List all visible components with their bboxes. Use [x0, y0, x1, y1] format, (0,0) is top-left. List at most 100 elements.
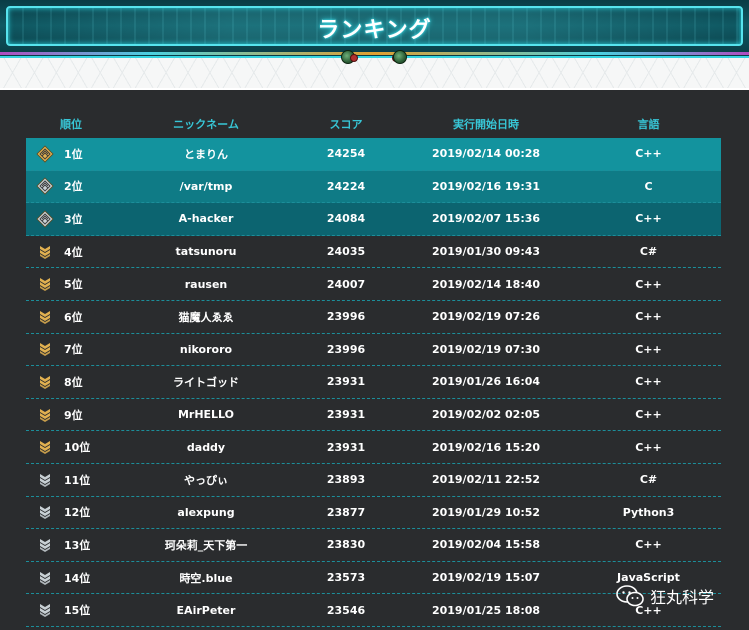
gold-chevron-badge-icon	[26, 440, 62, 455]
rank-label: 5位	[64, 278, 83, 292]
score-cell: 24084	[326, 212, 366, 226]
nickname-cell: とまりん	[184, 147, 228, 161]
column-header-score[interactable]: スコア	[296, 116, 396, 132]
nickname-cell: daddy	[186, 440, 226, 454]
rank-cell: 4位	[26, 244, 116, 260]
language-cell: C#	[639, 473, 658, 487]
score-cell: 23931	[326, 440, 366, 454]
gold-chevron-badge-icon	[26, 342, 62, 357]
rank-cell: 6位	[26, 309, 116, 325]
score-cell: 24254	[326, 147, 366, 161]
rank-label: 12位	[64, 506, 91, 520]
rank-cell: 7位	[26, 341, 116, 357]
nickname-cell: nikororo	[179, 342, 233, 356]
start-time-cell: 2019/01/30 09:43	[431, 245, 541, 259]
table-row[interactable]: 7位 nikororo 23996 2019/02/19 07:30 C++	[26, 334, 721, 367]
language-cell: C++	[635, 342, 662, 356]
start-time-cell: 2019/02/14 18:40	[431, 277, 541, 291]
ranking-table: 順位 ニックネーム スコア 実行開始日時 言語 1位 とまりん 24254 2019/…	[26, 110, 721, 627]
rank-cell: 14位	[26, 570, 116, 586]
language-cell: C#	[639, 245, 658, 259]
start-time-cell: 2019/02/19 07:26	[431, 310, 541, 324]
score-cell: 23931	[326, 375, 366, 389]
rank-cell: 1位	[26, 145, 116, 163]
language-cell: C++	[635, 408, 662, 422]
rank-cell: 8位	[26, 374, 116, 390]
silver-chevron-badge-icon	[26, 473, 62, 487]
score-cell: 23877	[326, 505, 366, 519]
table-row[interactable]: 2位/var/tmp 24224 2019/02/16 19:31 C	[26, 170, 721, 204]
nickname-cell: tatsunoru	[175, 245, 237, 259]
table-body: 1位 とまりん 24254 2019/02/14 00:28 C++ 2位/var/tmp…	[26, 138, 721, 627]
rank-label: 7位	[64, 343, 83, 357]
table-row[interactable]: 13位 珂朵莉_天下第一 23830 2019/02/04 15:58 C++	[26, 529, 721, 562]
ornament-red-left-icon	[350, 54, 358, 62]
silver-chevron-badge-icon	[26, 538, 62, 552]
language-cell: C++	[635, 147, 662, 161]
rank-cell: 13位	[26, 537, 116, 553]
table-row[interactable]: 11位 やっぴぃ 23893 2019/02/11 22:52 C#	[26, 464, 721, 497]
table-row[interactable]: 10位 daddy 23931 2019/02/16 15:20 C++	[26, 431, 721, 464]
column-header-start-time[interactable]: 実行開始日時	[396, 116, 576, 132]
language-cell: C++	[635, 440, 662, 454]
gold-diamond-badge-icon	[26, 145, 62, 163]
nickname-cell: 猫魔人ゑゑ	[178, 310, 234, 324]
nickname-cell: /var/tmp	[179, 179, 233, 193]
column-header-language[interactable]: 言語	[576, 116, 721, 132]
rank-label: 8位	[64, 375, 83, 389]
gold-chevron-badge-icon	[26, 277, 62, 292]
ornament-right-icon	[393, 50, 407, 64]
page-title: ランキング	[317, 18, 432, 43]
nickname-cell: EAirPeter	[176, 603, 236, 617]
score-cell: 23830	[326, 538, 366, 552]
rank-label: 11位	[64, 473, 91, 487]
table-row[interactable]: 3位 A-hacker 24084 2019/02/07 15:36 C++	[26, 203, 721, 236]
score-cell: 23546	[326, 603, 366, 617]
score-cell: 24224	[326, 179, 366, 193]
table-row[interactable]: 12位 alexpung 23877 2019/01/29 10:52 Python3	[26, 497, 721, 530]
wechat-icon	[616, 585, 644, 607]
gold-chevron-badge-icon	[26, 245, 62, 259]
rank-label: 6位	[64, 310, 83, 324]
nickname-cell: ライトゴッド	[173, 375, 239, 389]
header-band: ランキング	[0, 0, 749, 90]
rank-cell: 3位	[26, 210, 116, 228]
column-header-rank[interactable]: 順位	[26, 116, 116, 132]
score-cell: 23996	[326, 310, 366, 324]
language-cell: Python3	[622, 505, 675, 519]
table-row[interactable]: 8位 ライトゴッド 23931 2019/01/26 16:04 C++	[26, 366, 721, 399]
start-time-cell: 2019/02/14 00:28	[431, 147, 541, 161]
gold-chevron-badge-icon	[26, 310, 62, 324]
rank-label: 2位	[64, 180, 83, 194]
language-cell: C++	[635, 277, 662, 291]
table-row[interactable]: 5位 rausen 24007 2019/02/14 18:40 C++	[26, 268, 721, 301]
table-row[interactable]: 4位 tatsunoru 24035 2019/01/30 09:43 C#	[26, 236, 721, 269]
language-cell: C++	[635, 310, 662, 324]
table-row[interactable]: 6位 猫魔人ゑゑ 23996 2019/02/19 07:26 C++	[26, 301, 721, 334]
rank-cell: 15位	[26, 602, 116, 618]
silver-chevron-badge-icon	[26, 571, 62, 585]
start-time-cell: 2019/02/11 22:52	[431, 473, 541, 487]
rank-label: 1位	[64, 147, 83, 161]
start-time-cell: 2019/02/07 15:36	[431, 212, 541, 226]
language-cell: C++	[635, 375, 662, 389]
start-time-cell: 2019/01/25 18:08	[431, 603, 541, 617]
silver-chevron-badge-icon	[26, 505, 62, 520]
score-cell: 24007	[326, 277, 366, 291]
table-row[interactable]: 1位 とまりん 24254 2019/02/14 00:28 C++	[26, 138, 721, 171]
nickname-cell: 時空.blue	[179, 571, 233, 585]
score-cell: 23996	[326, 342, 366, 356]
start-time-cell: 2019/02/02 02:05	[431, 408, 541, 422]
nickname-cell: rausen	[184, 277, 228, 291]
nickname-cell: alexpung	[177, 505, 235, 519]
silver-diamond-badge-icon	[26, 177, 62, 195]
table-row[interactable]: 9位 MrHELLO 23931 2019/02/02 02:05 C++	[26, 399, 721, 432]
rank-label: 14位	[64, 571, 91, 585]
watermark-text: 狂丸科学	[650, 588, 715, 607]
score-cell: 23893	[326, 473, 366, 487]
rank-cell: 11位	[26, 472, 116, 488]
rank-cell: 5位	[26, 276, 116, 292]
language-cell: C++	[635, 538, 662, 552]
column-header-nickname[interactable]: ニックネーム	[116, 116, 296, 132]
rank-cell: 9位	[26, 407, 116, 423]
